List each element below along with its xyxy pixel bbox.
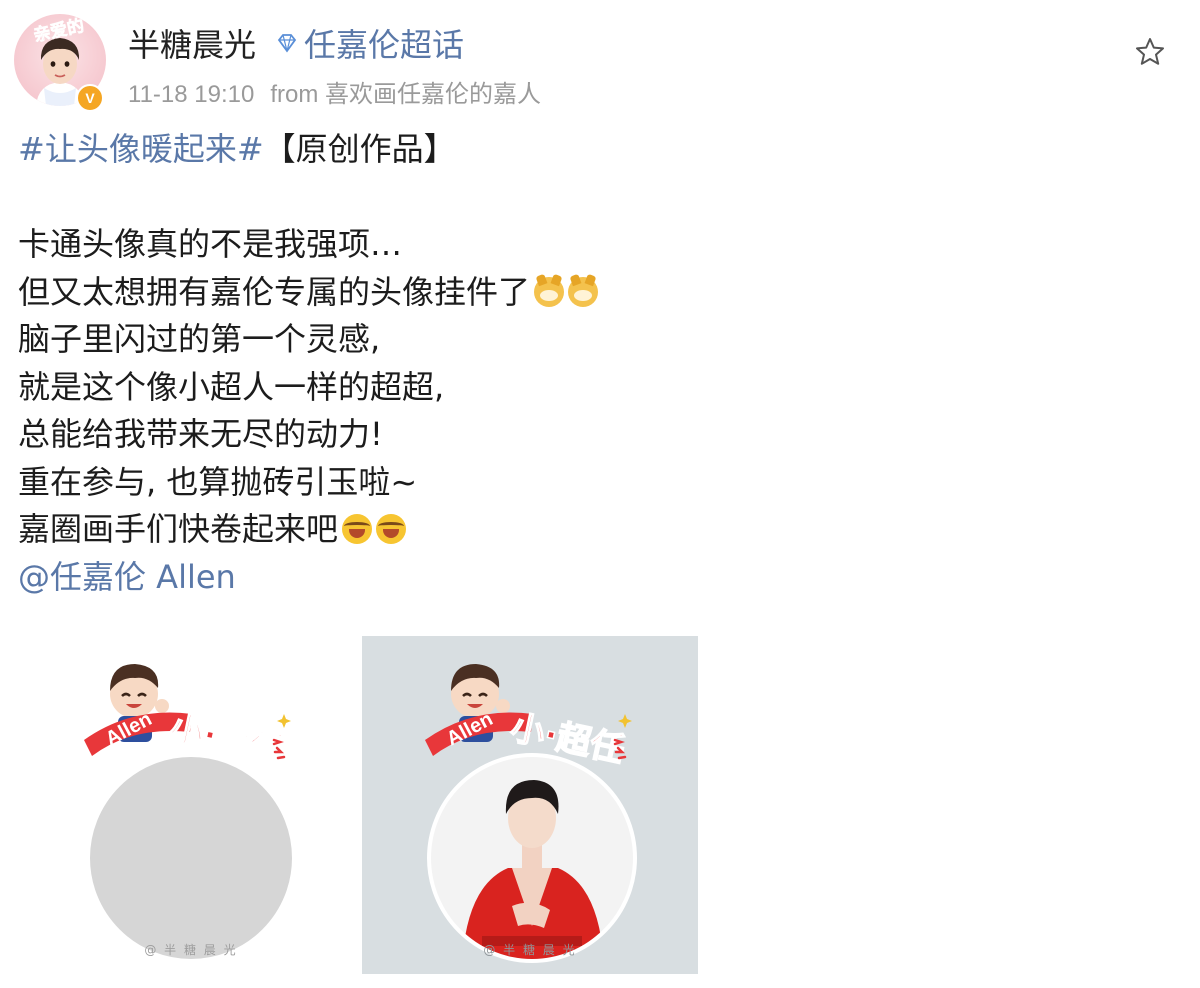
laugh-cry-emoji-icon xyxy=(376,514,407,544)
text-line-content: 嘉圈画手们快卷起来吧 xyxy=(18,510,339,548)
text-line: 卡通头像真的不是我强项… xyxy=(18,225,403,263)
diamond-icon xyxy=(277,34,297,53)
dog-emoji-icon xyxy=(568,276,599,307)
verified-badge-icon: V xyxy=(76,84,104,112)
star-icon[interactable] xyxy=(1134,36,1166,68)
author-name[interactable]: 半糖晨光 xyxy=(128,20,256,66)
post-source[interactable]: from 喜欢画任嘉伦的嘉人 xyxy=(270,81,541,108)
image-watermark: @ 半 糖 晨 光 xyxy=(483,943,577,957)
post-meta: 11-18 19:10 from 喜欢画任嘉伦的嘉人 xyxy=(128,74,557,109)
mention-link[interactable]: @任嘉伦 Allen xyxy=(18,558,236,596)
dog-emoji-icon xyxy=(534,276,565,307)
text-line: 重在参与, 也算抛砖引玉啦~ xyxy=(18,462,418,501)
laugh-cry-emoji-icon xyxy=(342,514,373,544)
supertopic-link[interactable]: 任嘉伦超话 xyxy=(276,20,464,66)
avatar-frame-photo-illustration: Allen 小·超任 xyxy=(425,664,637,963)
post-time: 11-18 19:10 xyxy=(128,81,255,108)
post-body: #让头像暖起来#【原创作品】 卡通头像真的不是我强项… 但又太想拥有嘉伦专属的头… xyxy=(18,126,1178,601)
hashtag-link[interactable]: #让头像暖起来# xyxy=(18,130,264,168)
supertopic-label: 任嘉伦超话 xyxy=(304,26,465,64)
text-line: 嘉圈画手们快卷起来吧 xyxy=(18,506,1178,554)
text-line: 总能给我带来无尽的动力! xyxy=(18,415,383,453)
post-image-frame-example[interactable]: Allen 小·超任 @ 半 糖 晨 光 xyxy=(362,636,698,974)
image-watermark: @ 半 糖 晨 光 xyxy=(144,943,238,957)
text-line: 但又太想拥有嘉伦专属的头像挂件了 xyxy=(18,269,1178,317)
post-image-frame-template[interactable]: Allen 小·超任 @ 半 糖 晨 光 xyxy=(22,636,360,974)
text-line: 脑子里闪过的第一个灵感, xyxy=(18,320,381,358)
avatar-frame-illustration: Allen 小·超任 xyxy=(84,664,296,963)
text-line: 就是这个像小超人一样的超超, xyxy=(18,367,445,406)
text-line-content: 但又太想拥有嘉伦专属的头像挂件了 xyxy=(18,272,531,311)
original-tag: 【原创作品】 xyxy=(263,130,456,168)
tag-line: #让头像暖起来#【原创作品】 xyxy=(18,126,1178,174)
mention-line: @任嘉伦 Allen xyxy=(18,554,1178,602)
